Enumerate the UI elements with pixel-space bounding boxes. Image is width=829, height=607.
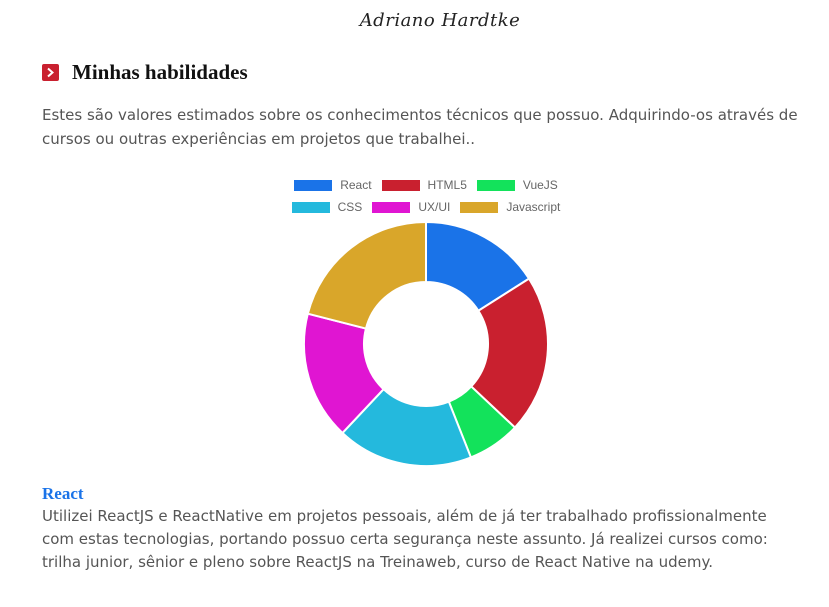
- legend-swatch: [291, 201, 330, 213]
- section-header: Minhas habilidades: [42, 60, 248, 85]
- intro-text: Estes são valores estimados sobre os con…: [42, 106, 798, 148]
- chart-legend: React HTML5 VueJS CSS UX/UI Javascript: [250, 174, 602, 218]
- legend-item[interactable]: React: [294, 178, 372, 192]
- legend-label: HTML5: [427, 178, 467, 192]
- signature-logo: Adriano Hardtke: [359, 10, 521, 31]
- legend-label: React: [340, 178, 372, 192]
- legend-label: UX/UI: [418, 200, 451, 214]
- legend-item[interactable]: Javascript: [460, 200, 560, 214]
- legend-item[interactable]: HTML5: [381, 178, 467, 192]
- legend-row: CSS UX/UI Javascript: [250, 196, 602, 218]
- legend-swatch: [381, 179, 420, 191]
- legend-item[interactable]: CSS: [291, 200, 363, 214]
- legend-swatch: [460, 201, 499, 213]
- skill-name: React: [42, 484, 84, 503]
- donut-slice-javascript[interactable]: [306, 220, 427, 330]
- legend-swatch: [476, 179, 515, 191]
- skills-donut-chart: [303, 220, 549, 467]
- legend-swatch: [372, 201, 411, 213]
- legend-item[interactable]: VueJS: [476, 178, 558, 192]
- legend-swatch: [294, 179, 333, 191]
- section-title: Minhas habilidades: [72, 60, 248, 84]
- skill-description: Utilizei ReactJS e ReactNative em projet…: [42, 507, 768, 571]
- legend-item[interactable]: UX/UI: [372, 200, 450, 214]
- legend-label: CSS: [337, 200, 363, 214]
- chevron-right-icon: [42, 64, 59, 81]
- legend-row: React HTML5 VueJS: [250, 174, 602, 196]
- legend-label: Javascript: [506, 200, 561, 214]
- legend-label: VueJS: [522, 178, 558, 192]
- skill-detail: React Utilizei ReactJS e ReactNative em …: [42, 483, 802, 574]
